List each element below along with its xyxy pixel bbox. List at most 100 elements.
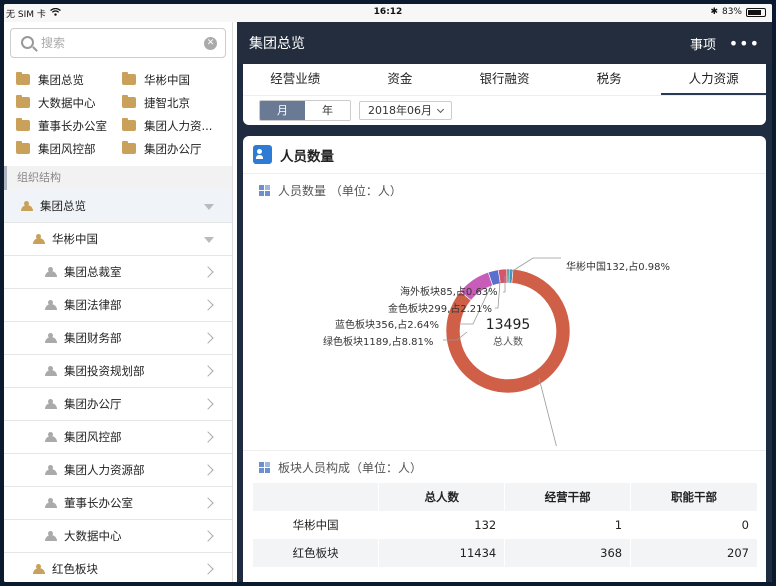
bluetooth-icon: ✱	[710, 7, 718, 17]
tree-item[interactable]: 集团投资规划部	[4, 355, 232, 388]
more-icon[interactable]: •••	[729, 34, 760, 53]
top-bar: 集团总览 事项 •••	[237, 22, 772, 64]
period-selector: 月 年 2018年06月	[259, 100, 452, 121]
chevron-right-icon	[202, 431, 214, 443]
table-header: 经营干部	[504, 483, 632, 511]
quick-link[interactable]: 集团总览	[16, 68, 122, 91]
tab-tax[interactable]: 税务	[557, 64, 662, 95]
org-icon	[44, 432, 58, 442]
table-cell: 0	[630, 511, 758, 539]
folder-icon	[122, 141, 136, 154]
org-icon	[20, 201, 34, 211]
main-area: 集团总览 事项 ••• 经营业绩 资金 银行融资 税务 人力资源 月 年 201…	[237, 22, 772, 582]
org-icon	[44, 300, 58, 310]
quick-link[interactable]: 董事长办公室	[16, 114, 122, 137]
org-icon	[44, 531, 58, 541]
chevron-right-icon	[202, 497, 214, 509]
date-value: 2018年06月	[368, 104, 432, 117]
org-icon	[44, 465, 58, 475]
date-picker[interactable]: 2018年06月	[359, 101, 452, 120]
org-icon	[44, 333, 58, 343]
quick-link[interactable]: 集团办公厅	[122, 137, 232, 160]
table-header	[253, 483, 380, 511]
folder-icon	[122, 95, 136, 108]
quick-links: 集团总览 华彬中国 大数据中心 捷智北京 董事长办公室 集团人力资... 集团风…	[4, 64, 232, 166]
tree-item[interactable]: 集团财务部	[4, 322, 232, 355]
table-cell: 368	[504, 539, 632, 567]
clear-icon[interactable]: ✕	[204, 37, 217, 50]
slice-label: 绿色板块1189,占8.81%	[323, 335, 433, 348]
headcount-panel: 人员数量 人员数量 （单位：人） 华彬中国132,占0.98%红色板块11434…	[243, 136, 766, 582]
slice-label: 金色板块299,占2.21%	[388, 302, 492, 315]
grid-icon	[259, 184, 270, 196]
chevron-right-icon	[202, 365, 214, 377]
folder-icon	[122, 118, 136, 131]
month-button[interactable]: 月	[260, 101, 305, 120]
label-leader-line	[538, 377, 557, 446]
chevron-right-icon	[202, 563, 214, 575]
table-header: 职能干部	[630, 483, 758, 511]
slice-label: 海外板块85,占0.63%	[400, 285, 498, 298]
tree-item[interactable]: 集团风控部	[4, 421, 232, 454]
tab-human-resources[interactable]: 人力资源	[661, 64, 766, 95]
table-cell: 1	[504, 511, 632, 539]
chevron-down-icon	[436, 105, 445, 113]
donut-slice[interactable]	[506, 268, 510, 284]
tasks-button[interactable]: 事项	[690, 34, 716, 53]
tree-item[interactable]: 大数据中心	[4, 520, 232, 553]
grid-icon	[259, 461, 270, 473]
org-icon	[44, 498, 58, 508]
chevron-right-icon	[202, 464, 214, 476]
slice-label: 华彬中国132,占0.98%	[566, 260, 670, 273]
folder-icon	[16, 72, 30, 85]
year-button[interactable]: 年	[305, 101, 350, 120]
battery-percent: 83%	[721, 7, 742, 17]
tree-item[interactable]: 集团总览	[4, 190, 232, 223]
chevron-right-icon	[202, 398, 214, 410]
total-label: 总人数	[493, 335, 523, 348]
chevron-right-icon	[202, 332, 214, 344]
app-window: 无 SIM 卡 16:12 ✱ 83% ✕ 集团总览 华彬中国 大数据中心 捷智…	[0, 0, 776, 586]
quick-link[interactable]: 捷智北京	[122, 91, 232, 114]
chevron-right-icon	[202, 299, 214, 311]
org-icon	[44, 267, 58, 277]
folder-icon	[16, 95, 30, 108]
collapse-icon	[204, 204, 214, 210]
donut-chart-svg: 华彬中国132,占0.98%红色板块11434,占84.73%绿色板块1189,…	[323, 257, 670, 446]
folder-icon	[122, 72, 136, 85]
collapse-icon	[204, 237, 214, 243]
tree-item[interactable]: 董事长办公室	[4, 487, 232, 520]
tab-funds[interactable]: 资金	[348, 64, 453, 95]
sidebar: ✕ 集团总览 华彬中国 大数据中心 捷智北京 董事长办公室 集团人力资... 集…	[4, 22, 233, 582]
table-cell: 207	[630, 539, 758, 567]
quick-link[interactable]: 华彬中国	[122, 68, 232, 91]
folder-icon	[16, 141, 30, 154]
tab-bank-financing[interactable]: 银行融资	[452, 64, 557, 95]
tree-item[interactable]: 集团法律部	[4, 289, 232, 322]
period-toggle: 月 年	[259, 100, 351, 121]
tree-item[interactable]: 集团人力资源部	[4, 454, 232, 487]
tab-performance[interactable]: 经营业绩	[243, 64, 348, 95]
tree-item[interactable]: 集团办公厅	[4, 388, 232, 421]
search-input[interactable]	[41, 33, 201, 53]
quick-link[interactable]: 集团风控部	[16, 137, 122, 160]
table-cell: 华彬中国	[253, 511, 380, 539]
quick-link[interactable]: 集团人力资...	[122, 114, 232, 137]
org-icon	[32, 564, 46, 574]
search-icon	[21, 36, 34, 49]
table-header: 总人数	[378, 483, 506, 511]
donut-chart: 华彬中国132,占0.98%红色板块11434,占84.73%绿色板块1189,…	[243, 206, 766, 446]
chart-heading: 人员数量 （单位：人）	[243, 174, 766, 206]
table-cell: 132	[378, 511, 506, 539]
person-card-icon	[253, 145, 272, 164]
tree-item[interactable]: 红色板块	[4, 553, 232, 582]
tab-bar: 经营业绩 资金 银行融资 税务 人力资源	[243, 64, 766, 96]
tree-item[interactable]: 集团总裁室	[4, 256, 232, 289]
org-icon	[32, 234, 46, 244]
chevron-right-icon	[202, 266, 214, 278]
panel-header: 人员数量	[243, 136, 766, 174]
table-row: 华彬中国 132 1 0	[253, 511, 758, 539]
tree-item[interactable]: 华彬中国	[4, 223, 232, 256]
quick-link[interactable]: 大数据中心	[16, 91, 122, 114]
status-bar: 无 SIM 卡 16:12 ✱ 83%	[4, 4, 772, 22]
